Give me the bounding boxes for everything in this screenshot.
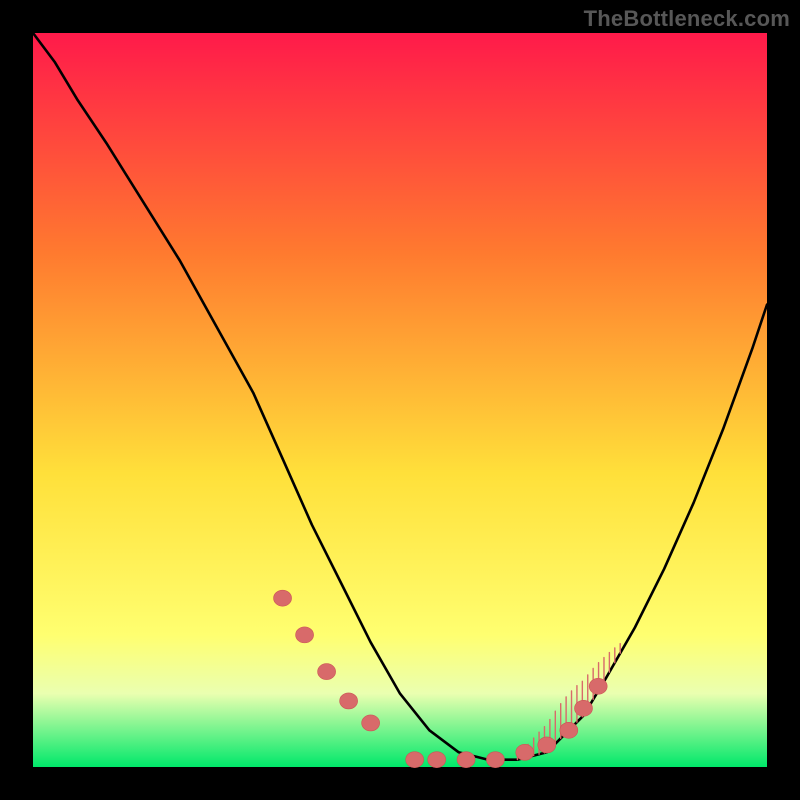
- valley-marker: [274, 590, 292, 606]
- valley-marker: [457, 752, 475, 768]
- valley-marker: [362, 715, 380, 731]
- valley-marker: [428, 752, 446, 768]
- valley-marker: [318, 664, 336, 680]
- valley-marker: [340, 693, 358, 709]
- chart-svg: [0, 0, 800, 800]
- valley-marker: [486, 752, 504, 768]
- valley-marker: [516, 744, 534, 760]
- chart-stage: TheBottleneck.com: [0, 0, 800, 800]
- valley-marker: [538, 737, 556, 753]
- valley-marker: [296, 627, 314, 643]
- valley-marker: [575, 700, 593, 716]
- plot-background: [33, 33, 767, 767]
- valley-marker: [406, 752, 424, 768]
- valley-marker: [589, 678, 607, 694]
- valley-marker: [560, 722, 578, 738]
- watermark-text: TheBottleneck.com: [584, 6, 790, 32]
